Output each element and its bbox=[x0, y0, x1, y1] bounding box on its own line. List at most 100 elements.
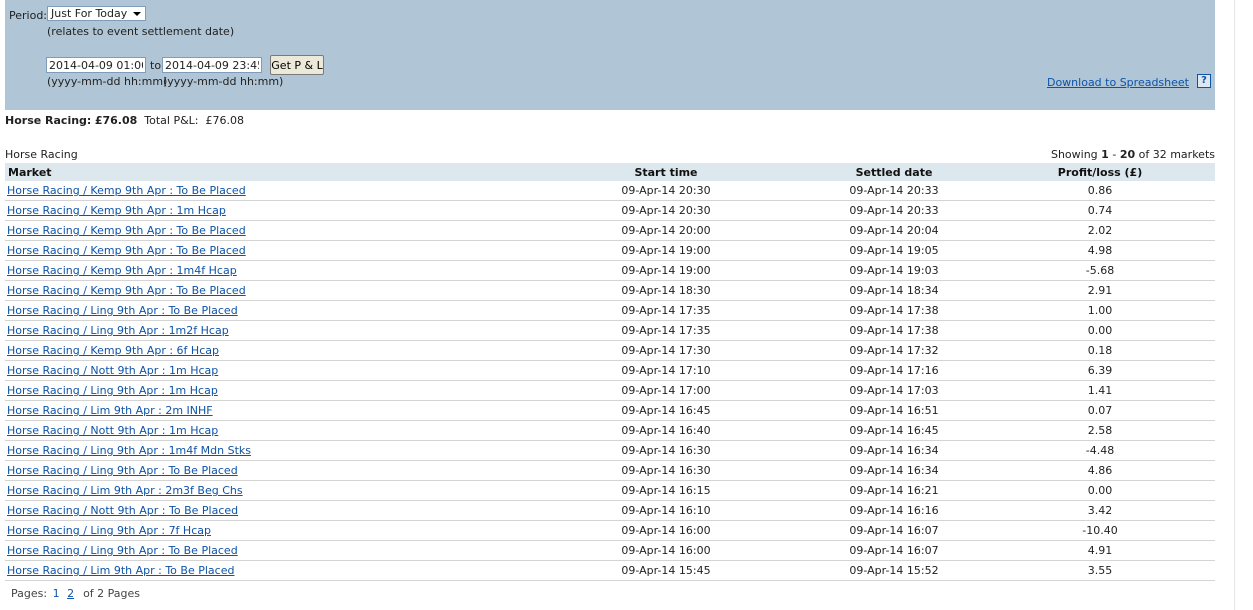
cell-market: Horse Racing / Lim 9th Apr : To Be Place… bbox=[5, 560, 606, 581]
cell-market: Horse Racing / Nott 9th Apr : 1m Hcap bbox=[5, 360, 606, 381]
cell-gap bbox=[1160, 340, 1215, 361]
market-link[interactable]: Horse Racing / Kemp 9th Apr : To Be Plac… bbox=[7, 184, 246, 197]
from-format-hint: (yyyy-mm-dd hh:mm) bbox=[47, 75, 168, 88]
header-gap bbox=[944, 163, 1040, 181]
table-row: Horse Racing / Kemp 9th Apr : 1m4f Hcap 0… bbox=[5, 260, 1215, 281]
cell-settled: 09-Apr-14 16:34 bbox=[844, 440, 944, 461]
cell-pl: 0.07 bbox=[1040, 400, 1160, 421]
cell-start: 09-Apr-14 16:15 bbox=[606, 480, 726, 501]
cell-gap bbox=[944, 440, 1040, 461]
cell-settled: 09-Apr-14 17:32 bbox=[844, 340, 944, 361]
header-gap bbox=[1160, 163, 1215, 181]
cell-market: Horse Racing / Ling 9th Apr : To Be Plac… bbox=[5, 540, 606, 561]
sport-label: Horse Racing: bbox=[5, 114, 92, 127]
market-link[interactable]: Horse Racing / Ling 9th Apr : 7f Hcap bbox=[7, 524, 211, 537]
table-row: Horse Racing / Lim 9th Apr : 2m INHF 09-A… bbox=[5, 400, 1215, 421]
cell-start: 09-Apr-14 16:30 bbox=[606, 460, 726, 481]
get-pl-button[interactable]: Get P & L bbox=[270, 55, 324, 75]
market-link[interactable]: Horse Racing / Kemp 9th Apr : 1m4f Hcap bbox=[7, 264, 237, 277]
market-link[interactable]: Horse Racing / Ling 9th Apr : To Be Plac… bbox=[7, 304, 238, 317]
market-link[interactable]: Horse Racing / Ling 9th Apr : To Be Plac… bbox=[7, 544, 238, 557]
from-date-input[interactable] bbox=[46, 57, 146, 73]
cell-pl: 0.74 bbox=[1040, 200, 1160, 221]
cell-start: 09-Apr-14 16:00 bbox=[606, 540, 726, 561]
filter-panel: Period: Just For Today (relates to event… bbox=[5, 0, 1215, 110]
cell-gap bbox=[726, 420, 844, 441]
download-spreadsheet-link[interactable]: Download to Spreadsheet bbox=[1047, 76, 1189, 89]
cell-pl: 0.00 bbox=[1040, 320, 1160, 341]
cell-gap bbox=[726, 520, 844, 541]
cell-pl: -5.68 bbox=[1040, 260, 1160, 281]
cell-gap bbox=[1160, 320, 1215, 341]
period-select[interactable]: Just For Today bbox=[47, 6, 146, 21]
cell-gap bbox=[726, 480, 844, 501]
cell-settled: 09-Apr-14 17:38 bbox=[844, 320, 944, 341]
header-settled-date[interactable]: Settled date bbox=[844, 163, 944, 181]
market-link[interactable]: Horse Racing / Kemp 9th Apr : To Be Plac… bbox=[7, 244, 246, 257]
to-date-input[interactable] bbox=[162, 57, 262, 73]
cell-settled: 09-Apr-14 16:45 bbox=[844, 420, 944, 441]
cell-gap bbox=[1160, 220, 1215, 241]
market-link[interactable]: Horse Racing / Kemp 9th Apr : To Be Plac… bbox=[7, 284, 246, 297]
period-label: Period: bbox=[9, 9, 48, 22]
table-row: Horse Racing / Ling 9th Apr : 1m2f Hcap 0… bbox=[5, 320, 1215, 341]
cell-pl: 2.58 bbox=[1040, 420, 1160, 441]
cell-start: 09-Apr-14 16:10 bbox=[606, 500, 726, 521]
market-link[interactable]: Horse Racing / Nott 9th Apr : To Be Plac… bbox=[7, 504, 238, 517]
market-link[interactable]: Horse Racing / Kemp 9th Apr : 6f Hcap bbox=[7, 344, 219, 357]
table-row: Horse Racing / Ling 9th Apr : To Be Plac… bbox=[5, 540, 1215, 561]
header-market[interactable]: Market bbox=[5, 163, 606, 181]
cell-gap bbox=[726, 280, 844, 301]
sport-total: £76.08 bbox=[94, 114, 138, 127]
cell-settled: 09-Apr-14 19:03 bbox=[844, 260, 944, 281]
cell-gap bbox=[944, 220, 1040, 241]
cell-gap bbox=[944, 240, 1040, 261]
cell-gap bbox=[944, 540, 1040, 561]
cell-market: Horse Racing / Ling 9th Apr : To Be Plac… bbox=[5, 300, 606, 321]
cell-gap bbox=[944, 400, 1040, 421]
header-profit-loss[interactable]: Profit/loss (£) bbox=[1040, 163, 1160, 181]
market-link[interactable]: Horse Racing / Ling 9th Apr : To Be Plac… bbox=[7, 464, 238, 477]
cell-gap bbox=[1160, 520, 1215, 541]
range-total: of 32 markets bbox=[1138, 148, 1215, 161]
market-link[interactable]: Horse Racing / Nott 9th Apr : 1m Hcap bbox=[7, 364, 218, 377]
cell-gap bbox=[1160, 380, 1215, 401]
cell-pl: 4.86 bbox=[1040, 460, 1160, 481]
cell-gap bbox=[726, 540, 844, 561]
cell-market: Horse Racing / Nott 9th Apr : 1m Hcap bbox=[5, 420, 606, 441]
market-link[interactable]: Horse Racing / Ling 9th Apr : 1m Hcap bbox=[7, 384, 218, 397]
market-link[interactable]: Horse Racing / Kemp 9th Apr : To Be Plac… bbox=[7, 224, 246, 237]
market-link[interactable]: Horse Racing / Kemp 9th Apr : 1m Hcap bbox=[7, 204, 226, 217]
market-link[interactable]: Horse Racing / Lim 9th Apr : To Be Place… bbox=[7, 564, 234, 577]
to-format-hint: (yyyy-mm-dd hh:mm) bbox=[163, 75, 284, 88]
chevron-down-icon[interactable] bbox=[133, 12, 141, 16]
cell-pl: 3.42 bbox=[1040, 500, 1160, 521]
page-link-2[interactable]: 2 bbox=[67, 587, 74, 600]
cell-start: 09-Apr-14 17:35 bbox=[606, 300, 726, 321]
cell-start: 09-Apr-14 15:45 bbox=[606, 560, 726, 581]
market-link[interactable]: Horse Racing / Lim 9th Apr : 2m3f Beg Ch… bbox=[7, 484, 243, 497]
cell-pl: 2.02 bbox=[1040, 220, 1160, 241]
market-link[interactable]: Horse Racing / Lim 9th Apr : 2m INHF bbox=[7, 404, 213, 417]
cell-start: 09-Apr-14 18:30 bbox=[606, 280, 726, 301]
cell-gap bbox=[1160, 240, 1215, 261]
help-icon[interactable]: ? bbox=[1197, 74, 1211, 88]
table-row: Horse Racing / Nott 9th Apr : 1m Hcap 09-… bbox=[5, 360, 1215, 381]
cell-gap bbox=[1160, 181, 1215, 201]
cell-market: Horse Racing / Ling 9th Apr : 1m Hcap bbox=[5, 380, 606, 401]
cell-gap bbox=[1160, 500, 1215, 521]
cell-gap bbox=[726, 181, 844, 201]
header-start-time[interactable]: Start time bbox=[606, 163, 726, 181]
cell-gap bbox=[944, 320, 1040, 341]
window-edge bbox=[1234, 0, 1253, 610]
market-link[interactable]: Horse Racing / Ling 9th Apr : 1m2f Hcap bbox=[7, 324, 229, 337]
cell-gap bbox=[1160, 260, 1215, 281]
table-row: Horse Racing / Kemp 9th Apr : To Be Plac… bbox=[5, 280, 1215, 301]
cell-pl: 1.00 bbox=[1040, 300, 1160, 321]
table-row: Horse Racing / Ling 9th Apr : 7f Hcap 09-… bbox=[5, 520, 1215, 541]
cell-pl: -4.48 bbox=[1040, 440, 1160, 461]
market-link[interactable]: Horse Racing / Ling 9th Apr : 1m4f Mdn S… bbox=[7, 444, 251, 457]
cell-pl: 6.39 bbox=[1040, 360, 1160, 381]
market-link[interactable]: Horse Racing / Nott 9th Apr : 1m Hcap bbox=[7, 424, 218, 437]
table-row: Horse Racing / Ling 9th Apr : To Be Plac… bbox=[5, 300, 1215, 321]
